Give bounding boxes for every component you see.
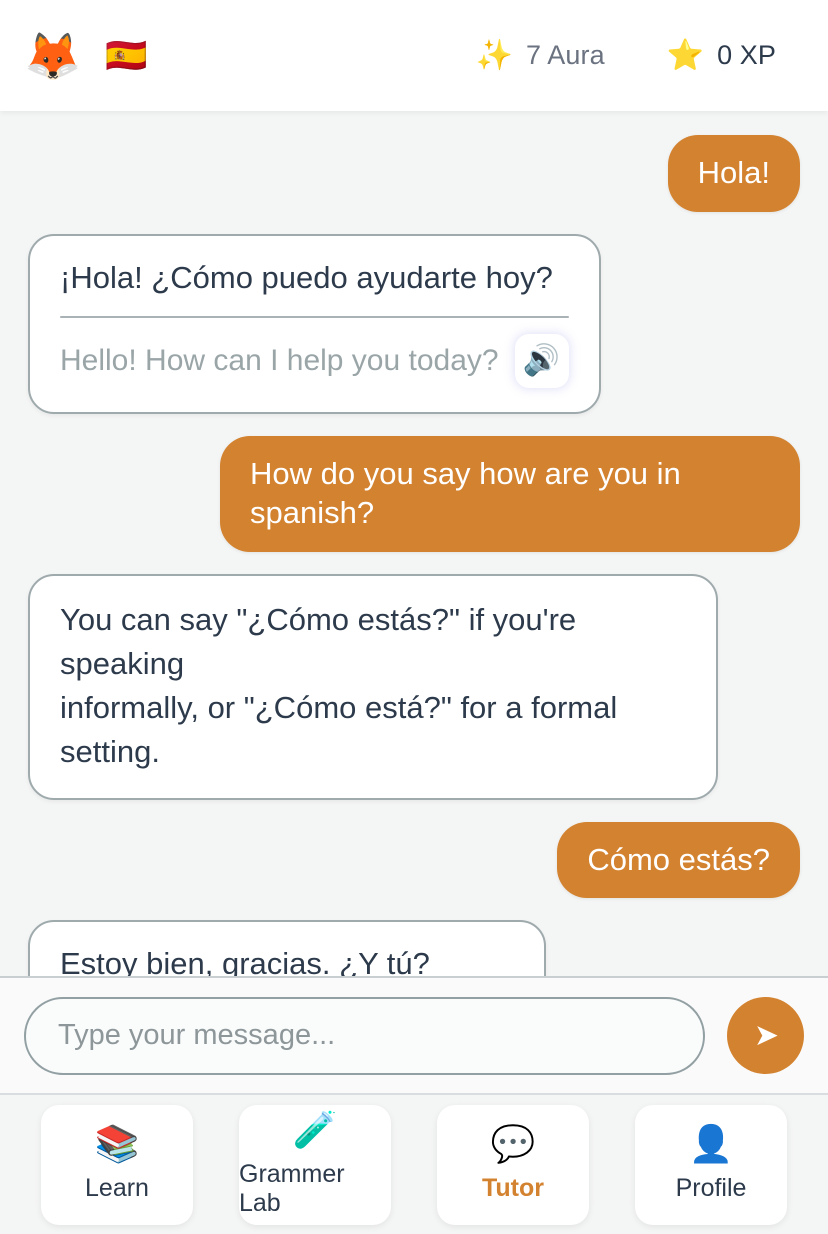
- nav-item-label: Tutor: [481, 1174, 544, 1202]
- message-primary-text: ¡Hola! ¿Cómo puedo ayudarte hoy?: [60, 259, 553, 295]
- message-divider: [60, 316, 569, 319]
- person-silhouette-icon: 👤: [688, 1123, 734, 1164]
- chat-row-user: Cómo estás?: [28, 821, 800, 899]
- chat-row-user: Hola!: [28, 135, 800, 212]
- spain-flag-icon[interactable]: 🇪🇸: [105, 39, 147, 73]
- aura-stat: ✨ 7 Aura: [476, 40, 605, 71]
- books-icon: 📚: [94, 1123, 140, 1164]
- nav-item-label: Profile: [675, 1174, 747, 1202]
- xp-stat: ⭐ 0 XP: [667, 40, 776, 71]
- chat-row-bot: ¡Hola! ¿Cómo puedo ayudarte hoy? Hello! …: [28, 233, 800, 415]
- bottom-navigation: 📚 Learn 🧪 Grammer Lab 💬 Tutor 👤 Profile: [0, 1095, 828, 1234]
- send-arrow-icon: ➤: [753, 1018, 780, 1052]
- message-input[interactable]: [24, 996, 705, 1075]
- header-stats-group: ✨ 7 Aura ⭐ 0 XP: [476, 40, 780, 71]
- message-composer: ➤: [0, 976, 828, 1095]
- nav-item-tutor[interactable]: 💬 Tutor: [437, 1104, 589, 1225]
- chat-row-user: How do you say how are you in spanish?: [28, 436, 800, 552]
- nav-item-label: Learn: [85, 1174, 149, 1202]
- speech-balloon-icon: 💬: [490, 1123, 536, 1164]
- test-tube-icon: 🧪: [292, 1108, 338, 1150]
- message-translation-row: Hello! How can I help you today? 🔊: [60, 334, 569, 389]
- nav-item-grammer-lab[interactable]: 🧪 Grammer Lab: [239, 1104, 391, 1225]
- message-bubble-user: Hola!: [667, 135, 800, 212]
- message-translation-text: Hello! How can I help you today?: [60, 344, 499, 378]
- message-bubble-bot: You can say "¿Cómo estás?" if you're spe…: [28, 573, 718, 800]
- nav-item-profile[interactable]: 👤 Profile: [635, 1104, 787, 1225]
- header-left-group: 🦊 🇪🇸: [24, 33, 148, 79]
- nav-item-label: Grammer Lab: [239, 1159, 345, 1217]
- message-primary-text: Estoy bien, gracias. ¿Y tú?: [60, 946, 430, 976]
- message-plain-line: You can say "¿Cómo estás?" if you're spe…: [60, 601, 577, 681]
- speaker-icon[interactable]: 🔊: [514, 334, 569, 389]
- xp-stat-label: 0 XP: [717, 40, 776, 70]
- app-root: 🦊 🇪🇸 ✨ 7 Aura ⭐ 0 XP Hola! ¡Hola! ¿Cómo …: [0, 0, 828, 1234]
- chat-message-list[interactable]: Hola! ¡Hola! ¿Cómo puedo ayudarte hoy? H…: [0, 111, 828, 976]
- chat-row-bot: Estoy bien, gracias. ¿Y tú? I'm fine, th…: [28, 920, 800, 976]
- message-bubble-user: How do you say how are you in spanish?: [220, 436, 800, 552]
- aura-stat-label: 7 Aura: [526, 40, 605, 70]
- message-bubble-bot: ¡Hola! ¿Cómo puedo ayudarte hoy? Hello! …: [28, 233, 601, 415]
- nav-item-learn[interactable]: 📚 Learn: [41, 1104, 193, 1225]
- chat-row-bot: You can say "¿Cómo estás?" if you're spe…: [28, 573, 800, 800]
- message-bubble-bot: Estoy bien, gracias. ¿Y tú? I'm fine, th…: [28, 920, 547, 976]
- star-icon: ⭐: [666, 38, 705, 72]
- fox-face-icon[interactable]: 🦊: [24, 33, 81, 79]
- sparkles-icon: ✨: [475, 38, 514, 72]
- message-plain-line: informally, or "¿Cómo está?" for a forma…: [60, 689, 618, 769]
- message-bubble-user: Cómo estás?: [557, 821, 800, 899]
- app-header: 🦊 🇪🇸 ✨ 7 Aura ⭐ 0 XP: [0, 0, 828, 111]
- send-button[interactable]: ➤: [727, 997, 804, 1074]
